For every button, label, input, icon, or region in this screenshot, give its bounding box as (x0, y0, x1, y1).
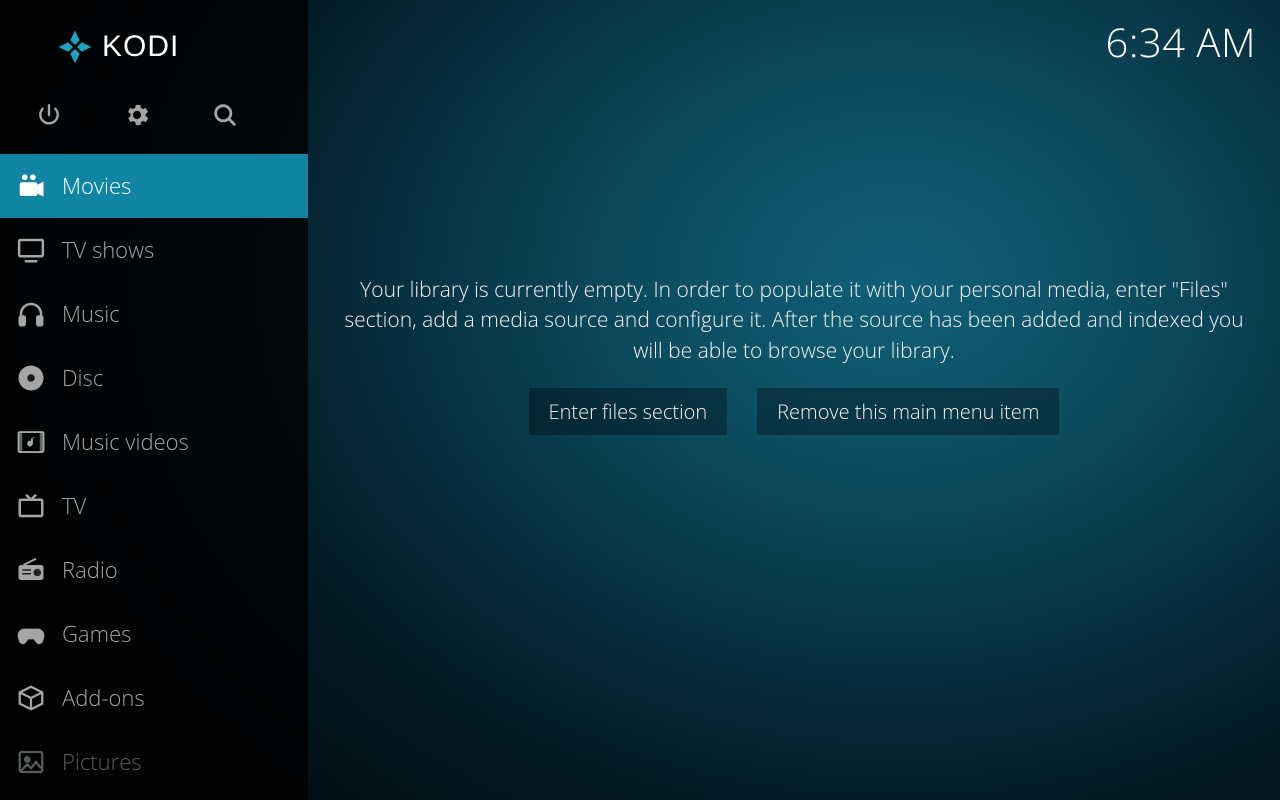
camera-icon (0, 171, 62, 201)
empty-library-message: Your library is currently empty. In orde… (344, 275, 1244, 366)
image-icon (0, 747, 62, 777)
sidebar-item-radio[interactable]: Radio (0, 538, 308, 602)
sidebar-item-label: TV shows (62, 235, 154, 265)
sidebar-item-pictures[interactable]: Pictures (0, 730, 308, 794)
remove-menu-item-button[interactable]: Remove this main menu item (757, 388, 1059, 435)
box-icon (0, 683, 62, 713)
brand-title: KODI (102, 30, 179, 64)
radio-icon (0, 555, 62, 585)
tv-icon (0, 491, 62, 521)
top-icon-row (0, 72, 308, 154)
content-area: Your library is currently empty. In orde… (308, 0, 1280, 800)
sidebar: KODI (0, 0, 308, 800)
sidebar-item-tvshows[interactable]: TV shows (0, 218, 308, 282)
sidebar-item-musicvideos[interactable]: Music videos (0, 410, 308, 474)
sidebar-item-label: Games (62, 619, 131, 649)
brand: KODI (0, 0, 308, 72)
sidebar-item-label: Pictures (62, 747, 142, 777)
sidebar-item-games[interactable]: Games (0, 602, 308, 666)
sidebar-item-tv[interactable]: TV (0, 474, 308, 538)
sidebar-item-addons[interactable]: Add-ons (0, 666, 308, 730)
sidebar-item-label: Radio (62, 555, 118, 585)
monitor-icon (0, 235, 62, 265)
sidebar-item-label: TV (62, 491, 86, 521)
headphones-icon (0, 299, 62, 329)
button-row: Enter files section Remove this main men… (529, 388, 1060, 435)
gear-icon[interactable] (122, 100, 152, 130)
sidebar-item-label: Add-ons (62, 683, 145, 713)
search-icon[interactable] (210, 100, 240, 130)
sidebar-item-movies[interactable]: Movies (0, 154, 308, 218)
kodi-logo-icon (58, 30, 92, 64)
power-icon[interactable] (34, 100, 64, 130)
app-root: KODI (0, 0, 1280, 800)
musicvideo-icon (0, 427, 62, 457)
disc-icon (0, 363, 62, 393)
sidebar-item-disc[interactable]: Disc (0, 346, 308, 410)
sidebar-item-label: Disc (62, 363, 103, 393)
enter-files-button[interactable]: Enter files section (529, 388, 728, 435)
sidebar-item-label: Music (62, 299, 120, 329)
sidebar-item-music[interactable]: Music (0, 282, 308, 346)
sidebar-menu: Movies TV shows Music Disc (0, 154, 308, 794)
gamepad-icon (0, 618, 62, 650)
sidebar-item-label: Music videos (62, 427, 189, 457)
sidebar-item-label: Movies (62, 171, 131, 201)
